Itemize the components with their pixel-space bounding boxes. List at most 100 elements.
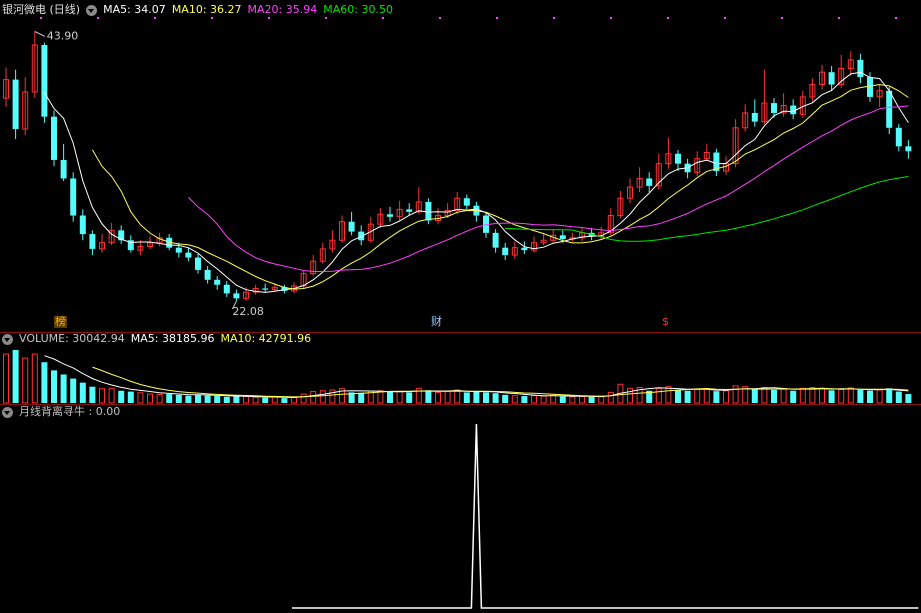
candle-body-down (675, 153, 681, 164)
volume-bar-up (819, 387, 825, 404)
volume-bar-up (435, 391, 441, 404)
volume-bar-down (233, 396, 240, 403)
top-dot-marker (838, 17, 840, 19)
marker-bang[interactable]: 榜 (54, 316, 67, 328)
volume-bar-down (166, 394, 173, 403)
ma20-label: MA20: 35.94 (247, 3, 318, 16)
volume-bar-up (444, 391, 451, 404)
volume-bar-up (511, 395, 518, 404)
candle-body-down (425, 201, 432, 221)
volume-bar-down (559, 396, 566, 403)
volume-bar-up (108, 387, 115, 404)
volume-bar-up (550, 394, 557, 404)
candle-body-down (204, 269, 211, 280)
top-dot-marker (154, 17, 156, 19)
volume-bar-down (214, 396, 221, 403)
candle-body-down (12, 79, 19, 130)
stock-title[interactable]: 银河微电 (日线) (2, 3, 80, 17)
volume-bar-up (809, 387, 816, 404)
volume-bar-down (790, 390, 797, 403)
volume-bar-down (713, 391, 720, 403)
volume-bar-up (31, 353, 38, 404)
volume-bar-down (204, 395, 211, 403)
top-dot-marker (724, 17, 726, 19)
volume-bar-down (492, 393, 499, 403)
volume-bar-down (751, 389, 758, 403)
volume-bar-up (655, 387, 662, 404)
volume-bar-down (684, 390, 691, 403)
volume-bar-up (579, 395, 585, 404)
volume-bar-down (771, 389, 777, 403)
volume-bar-up (22, 357, 29, 404)
ma60-line (505, 176, 909, 242)
marker-cai[interactable]: 财 (430, 316, 443, 328)
ma60-label: MA60: 30.50 (323, 3, 393, 16)
volume-bar-up (607, 391, 614, 404)
marker-dollar[interactable]: $ (661, 316, 670, 328)
top-dot-marker (496, 17, 498, 19)
volume-bar-down (127, 391, 134, 403)
candle-body-down (828, 72, 835, 85)
volume-bar-down (895, 391, 902, 403)
indicator-line (292, 423, 919, 609)
candle-body-down (559, 235, 566, 240)
volume-bar-up (799, 387, 806, 404)
volume-bar-down (473, 391, 480, 403)
volume-bar-down (358, 392, 365, 403)
volume-bar-down (406, 392, 413, 403)
indicator-label: 月线背离寻牛 : 0.00 (19, 405, 121, 418)
volume-bar-up (703, 388, 710, 404)
top-dot-marker (895, 17, 897, 19)
candle-body-down (185, 252, 192, 258)
chevron-down-icon[interactable] (2, 406, 13, 418)
volume-bar-down (60, 374, 67, 403)
candle-body-down (70, 178, 77, 216)
low-price-label: 22.08 (232, 305, 264, 318)
candle-body-down (41, 45, 48, 117)
volume-bar-down (425, 390, 432, 403)
ma20-line (188, 105, 909, 272)
volume-bar-up (665, 386, 672, 404)
candle-body-down (895, 127, 902, 147)
volume-bar-up (99, 388, 105, 404)
candle-body-down (521, 247, 528, 251)
volume-bar-down (588, 396, 595, 403)
volume-bar-down (886, 388, 893, 403)
volume-bar-down (79, 382, 86, 403)
volume-bar-up (732, 385, 739, 404)
volume-bar-down (262, 397, 269, 403)
top-dot-marker (610, 17, 612, 19)
volume-bar-up (156, 393, 163, 404)
candle-body-down (51, 116, 57, 160)
volume-label: VOLUME: 30042.94 (19, 332, 125, 345)
volume-bar-up (291, 396, 297, 404)
candle-body-down (492, 232, 499, 248)
top-dot-marker (667, 17, 669, 19)
chart-canvas: 43.90 22.08 (3, 17, 919, 609)
volume-bar-down (905, 394, 912, 403)
volume-bar-down (41, 362, 48, 403)
volume-bar-up (598, 395, 605, 404)
candle-body-down (387, 214, 393, 217)
volume-bar-up (780, 388, 787, 404)
top-dot-marker (97, 17, 99, 19)
candle-body-down (751, 112, 758, 122)
chevron-down-icon[interactable] (2, 333, 13, 345)
ma5-line (43, 71, 909, 293)
volume-bar-down (483, 392, 489, 403)
volume-bar-down (281, 398, 288, 403)
volume-bar-up (876, 389, 883, 404)
chevron-down-icon[interactable] (86, 4, 98, 16)
volume-bar-down (463, 392, 470, 403)
volume-bar-up (531, 395, 537, 404)
volume-bar-down (828, 390, 835, 403)
volume-bar-up (396, 391, 403, 404)
top-dot-marker (439, 17, 441, 19)
candle-body-down (905, 146, 912, 152)
volume-bar-down (185, 395, 192, 403)
candle-body-down (175, 247, 182, 253)
top-dot-marker (40, 17, 42, 19)
volume-bar-down (89, 386, 96, 403)
ma5-label: MA5: 34.07 (103, 3, 166, 16)
volume-bar-up (319, 390, 326, 404)
